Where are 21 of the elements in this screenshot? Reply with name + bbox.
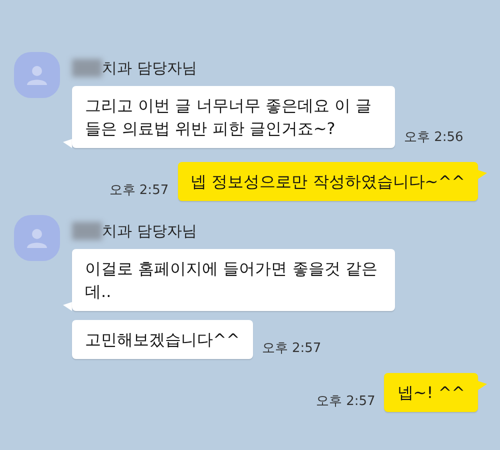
- message-bubble: 그리고 이번 글 너무너무 좋은데요 이 글들은 의료법 위반 피한 글인거죠~?: [72, 86, 395, 148]
- avatar[interactable]: [14, 52, 60, 98]
- message-bubble: 넵~! ^^: [384, 373, 478, 412]
- message-time: 오후 2:57: [262, 340, 322, 358]
- sender-name: 치과 담당자님: [102, 220, 197, 242]
- bubble-tail-icon: [478, 170, 487, 179]
- message-time: 오후 2:57: [109, 182, 169, 200]
- sender-name: 치과 담당자님: [102, 58, 197, 79]
- bubble-tail-icon: [478, 381, 487, 390]
- message-time: 오후 2:56: [404, 128, 464, 146]
- redacted-name: [72, 59, 102, 77]
- message-bubble: 고민해보겠습니다^^: [72, 320, 253, 359]
- bubble-tail-icon: [63, 302, 72, 311]
- message-bubble: 넵 정보성으로만 작성하였습니다~^^: [178, 162, 478, 201]
- message-time: 오후 2:57: [316, 392, 376, 410]
- redacted-name: [72, 222, 102, 240]
- message-bubble: 이걸로 홈페이지에 들어가면 좋을것 같은데..: [72, 249, 395, 311]
- avatar[interactable]: [14, 215, 60, 261]
- person-icon: [26, 64, 48, 86]
- bubble-tail-icon: [63, 139, 72, 148]
- person-icon: [26, 227, 48, 249]
